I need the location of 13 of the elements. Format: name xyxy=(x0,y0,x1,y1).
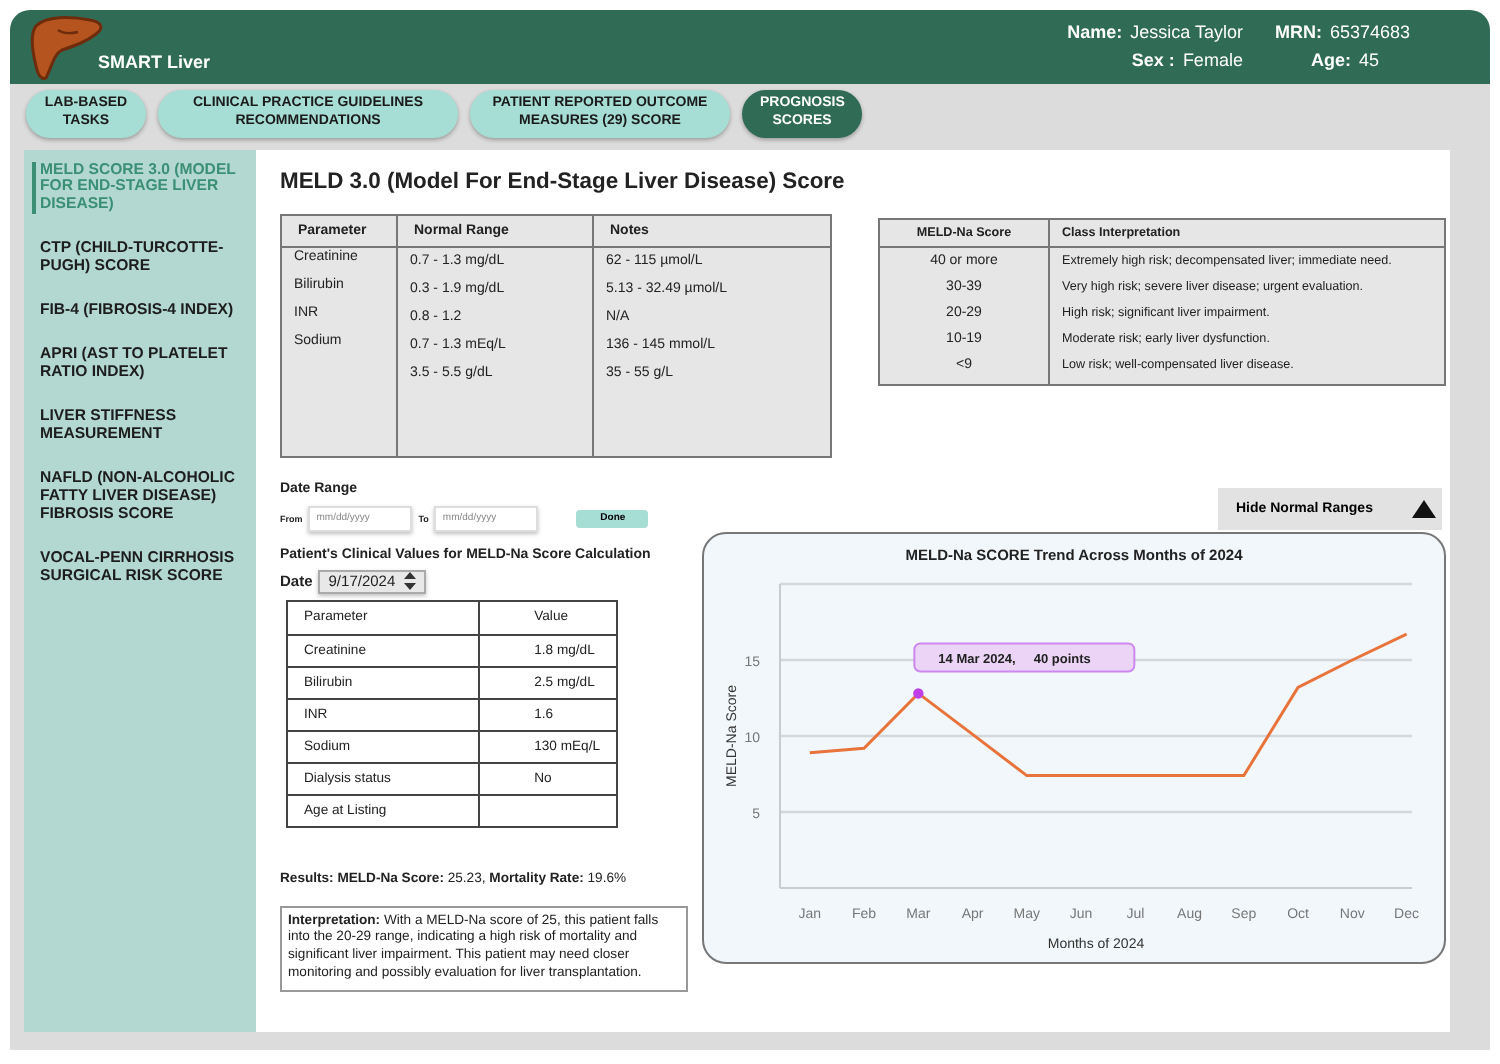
field-label: MRN: xyxy=(1274,22,1322,42)
field-label: Age: xyxy=(1310,50,1351,70)
field-value: 45 xyxy=(1358,50,1379,70)
spinner-icon xyxy=(403,572,416,590)
field-label: Name: xyxy=(1067,22,1123,42)
field-value: Female xyxy=(1182,50,1243,70)
field-label: Sex : xyxy=(1131,50,1175,70)
page-title: MELD 3.0 (Model For End-Stage Liver Disease) Score xyxy=(280,169,847,193)
field-value: 65374683 xyxy=(1329,22,1410,42)
field-value: Jessica Taylor xyxy=(1130,22,1243,42)
app-title: SMART Liver xyxy=(98,52,211,72)
data-point xyxy=(913,687,924,698)
caret-up-icon xyxy=(1412,499,1437,517)
